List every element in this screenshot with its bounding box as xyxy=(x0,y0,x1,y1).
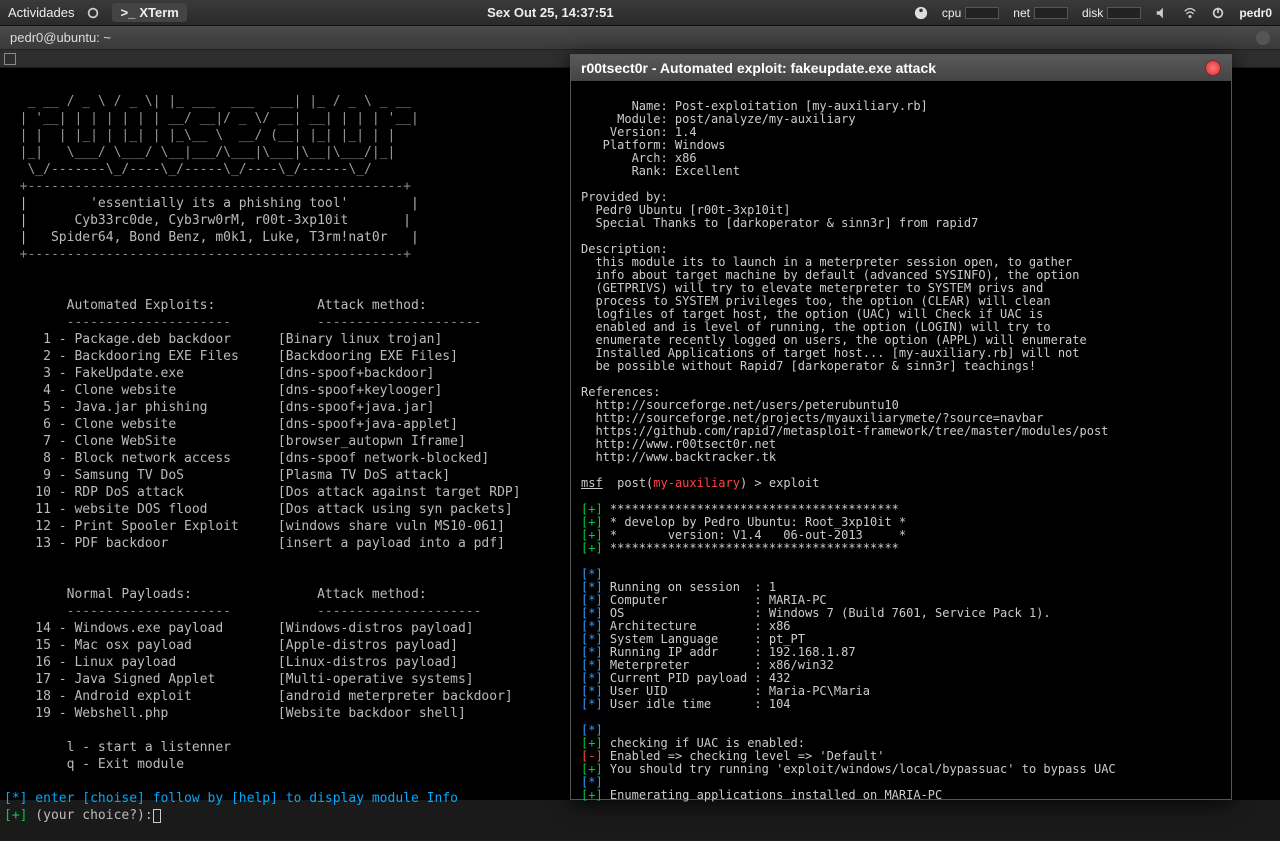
info-module: post/analyze/my-auxiliary xyxy=(675,112,856,126)
activities-button[interactable]: Actividades xyxy=(8,5,74,20)
clock[interactable]: Sex Out 25, 14:37:51 xyxy=(187,5,914,20)
dialog-close-icon[interactable] xyxy=(1205,60,1221,76)
window-title-text: pedr0@ubuntu: ~ xyxy=(10,30,111,45)
description-text: this module its to launch in a meterpret… xyxy=(581,255,1087,373)
provider-row: Special Thanks to [darkoperator & sinn3r… xyxy=(595,216,978,230)
volume-icon[interactable] xyxy=(1155,6,1169,20)
power-icon[interactable] xyxy=(1211,6,1225,20)
dialog-body[interactable]: Name: Post-exploitation [my-auxiliary.rb… xyxy=(571,81,1231,821)
credits1: Cyb33rc0de, Cyb3rw0rM, r00t-3xp10it xyxy=(74,213,348,228)
prompt-line: [+] xyxy=(4,808,27,823)
tagline: 'essentially its a phishing tool' xyxy=(90,196,348,211)
uac-check: checking if UAC is enabled: xyxy=(610,736,805,750)
dialog-titlebar[interactable]: r00tsect0r - Automated exploit: fakeupda… xyxy=(571,55,1231,81)
header-auto-exploits: Automated Exploits: xyxy=(67,298,216,313)
uac-bypass-hint: You should try running 'exploit/windows/… xyxy=(610,762,1116,776)
info-name: Post-exploitation [my-auxiliary.rb] xyxy=(675,99,928,113)
accessibility-icon[interactable] xyxy=(914,6,928,20)
user-menu[interactable]: pedr0 xyxy=(1239,6,1272,20)
settings-icon[interactable] xyxy=(86,6,100,20)
app-tab-label: XTerm xyxy=(139,5,179,20)
credits2: Spider64, Bond Benz, m0k1, Luke, T3rm!na… xyxy=(51,230,388,245)
option-listener: l - start a listenner xyxy=(67,740,231,755)
window-titlebar[interactable]: pedr0@ubuntu: ~ xyxy=(0,26,1280,50)
provided-by-header: Provided by: xyxy=(581,190,668,204)
pane-split-icon[interactable] xyxy=(4,53,16,65)
info-arch: x86 xyxy=(675,151,697,165)
sep: +---------------------------------------… xyxy=(4,179,411,194)
msf-prompt: msf xyxy=(581,476,603,490)
cpu-indicator: cpu xyxy=(942,6,999,20)
info-rank: Excellent xyxy=(675,164,740,178)
msf-command: exploit xyxy=(769,476,820,490)
net-indicator: net xyxy=(1013,6,1068,20)
info-version: 1.4 xyxy=(675,125,697,139)
prompt-hint: [*] enter [choise] follow by [help] to d… xyxy=(4,791,458,806)
ascii-banner: _ __ / _ \ / _ \| |_ ___ ___ ___| |_ / _… xyxy=(4,94,419,177)
cursor[interactable] xyxy=(153,809,161,823)
terminal-icon: >_ xyxy=(120,5,135,20)
gnome-topbar: Actividades >_ XTerm Sex Out 25, 14:37:5… xyxy=(0,0,1280,26)
option-quit: q - Exit module xyxy=(67,757,184,772)
wifi-icon[interactable] xyxy=(1183,6,1197,20)
info-platform: Windows xyxy=(675,138,726,152)
terminal-main[interactable]: _ __ / _ \ / _ \| |_ ___ ___ ___| |_ / _… xyxy=(0,68,570,800)
header-attack-method: Attack method: xyxy=(317,298,427,313)
app-tab-xterm[interactable]: >_ XTerm xyxy=(112,3,186,22)
dialog-title-text: r00tsect0r - Automated exploit: fakeupda… xyxy=(581,60,936,76)
references-header: References: xyxy=(581,385,660,399)
close-icon[interactable] xyxy=(1256,31,1270,45)
description-header: Description: xyxy=(581,242,668,256)
provider-row: Pedr0 Ubuntu [r00t-3xp10it] xyxy=(595,203,790,217)
msf-module: my-auxiliary xyxy=(653,476,740,490)
disk-indicator: disk xyxy=(1082,6,1141,20)
uac-enabled: Enabled => checking level => 'Default' xyxy=(610,749,885,763)
exploit-dialog: r00tsect0r - Automated exploit: fakeupda… xyxy=(570,54,1232,800)
header-normal-payloads: Normal Payloads: xyxy=(67,587,192,602)
